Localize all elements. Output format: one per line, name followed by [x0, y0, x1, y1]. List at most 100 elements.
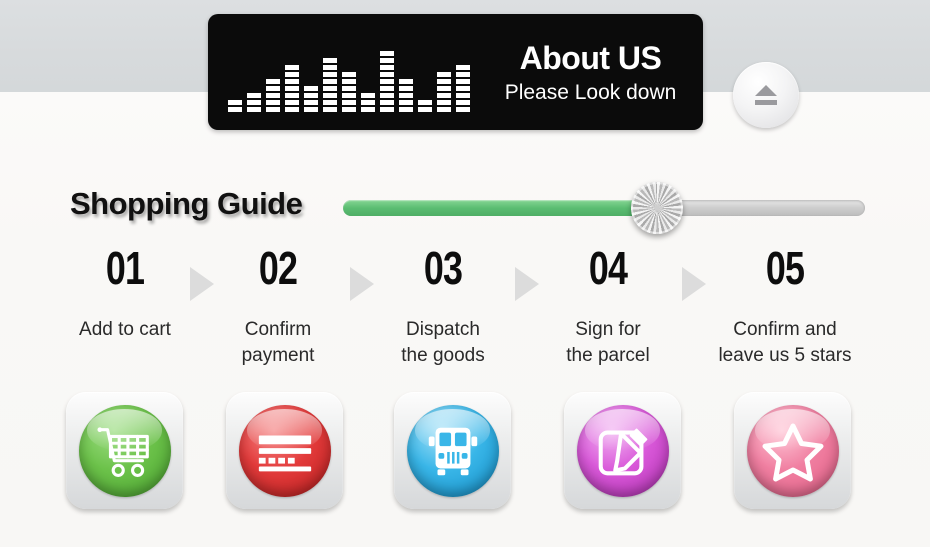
- equalizer-segment: [285, 107, 299, 112]
- equalizer-segment: [380, 100, 394, 105]
- equalizer-segment: [418, 107, 432, 112]
- equalizer-bar: [418, 100, 432, 112]
- step-icon-button-03[interactable]: [394, 392, 511, 509]
- step-label: Confirm payment: [193, 317, 363, 368]
- equalizer-segment: [456, 86, 470, 91]
- delivery-truck-icon: [406, 404, 499, 497]
- equalizer-segment: [247, 100, 261, 105]
- equalizer-segment: [437, 86, 451, 91]
- eject-icon-bar: [755, 100, 777, 105]
- equalizer-segment: [285, 100, 299, 105]
- equalizer-segment: [285, 79, 299, 84]
- equalizer-segment: [380, 93, 394, 98]
- step-label-line1: Confirm and: [733, 319, 837, 340]
- progress-slider[interactable]: [343, 182, 865, 234]
- equalizer-bar: [304, 86, 318, 112]
- step-label-line1: Sign for: [575, 319, 641, 340]
- equalizer-bar: [437, 72, 451, 112]
- equalizer-segment: [380, 86, 394, 91]
- equalizer-bar: [456, 65, 470, 112]
- step-05: 05 Confirm and leave us 5 stars: [700, 245, 870, 368]
- equalizer-segment: [361, 93, 375, 98]
- equalizer-segment: [285, 65, 299, 70]
- step-icon-button-02[interactable]: [226, 392, 343, 509]
- slider-knob[interactable]: [631, 182, 683, 234]
- equalizer-segment: [399, 79, 413, 84]
- equalizer-segment: [437, 72, 451, 77]
- step-icon-button-04[interactable]: [564, 392, 681, 509]
- step-number: 02: [258, 242, 298, 294]
- step-04: 04 Sign for the parcel: [523, 245, 693, 368]
- equalizer-bar: [323, 58, 337, 112]
- step-icon-button-01[interactable]: [66, 392, 183, 509]
- equalizer-segment: [323, 79, 337, 84]
- step-arrow-icon: [190, 267, 214, 301]
- equalizer-segment: [399, 100, 413, 105]
- credit-card-icon: [238, 404, 331, 497]
- shopping-guide-title: Shopping Guide: [70, 186, 303, 221]
- equalizer-bar: [266, 79, 280, 112]
- equalizer-segment: [323, 100, 337, 105]
- equalizer-segment: [285, 72, 299, 77]
- step-icon-button-05[interactable]: [734, 392, 851, 509]
- step-label-line1: Dispatch: [406, 319, 480, 340]
- equalizer-segment: [399, 86, 413, 91]
- equalizer-segment: [285, 93, 299, 98]
- equalizer-segment: [342, 86, 356, 91]
- step-03: 03 Dispatch the goods: [358, 245, 528, 368]
- step-number: 04: [588, 242, 628, 294]
- equalizer-segment: [456, 65, 470, 70]
- step-arrow-icon: [515, 267, 539, 301]
- about-us-banner: About US Please Look down: [208, 14, 703, 130]
- equalizer-segment: [361, 100, 375, 105]
- banner-title: About US: [519, 40, 662, 76]
- equalizer-segment: [285, 86, 299, 91]
- step-label-line1: Add to cart: [79, 319, 171, 340]
- eject-icon-triangle: [755, 85, 777, 96]
- equalizer-segment: [342, 72, 356, 77]
- sign-edit-icon: [576, 404, 669, 497]
- equalizer-segment: [456, 72, 470, 77]
- equalizer-segment: [304, 107, 318, 112]
- equalizer-segment: [456, 107, 470, 112]
- equalizer-segment: [456, 100, 470, 105]
- equalizer-graphic: [228, 34, 470, 112]
- equalizer-segment: [342, 100, 356, 105]
- star-icon: [746, 404, 839, 497]
- step-label-line2: payment: [241, 344, 315, 366]
- step-label-line2: the goods: [401, 344, 485, 366]
- step-number: 03: [423, 242, 463, 294]
- equalizer-segment: [399, 93, 413, 98]
- slider-fill: [343, 200, 651, 216]
- step-label-line2: leave us 5 stars: [718, 344, 852, 366]
- equalizer-segment: [437, 107, 451, 112]
- step-label: Dispatch the goods: [358, 317, 528, 368]
- equalizer-segment: [342, 93, 356, 98]
- equalizer-bar: [285, 65, 299, 112]
- equalizer-segment: [323, 72, 337, 77]
- equalizer-segment: [380, 79, 394, 84]
- equalizer-segment: [228, 100, 242, 105]
- equalizer-segment: [304, 86, 318, 91]
- step-arrow-icon: [682, 267, 706, 301]
- equalizer-segment: [380, 72, 394, 77]
- equalizer-segment: [456, 93, 470, 98]
- equalizer-bar: [247, 93, 261, 112]
- equalizer-segment: [323, 107, 337, 112]
- banner-subtitle: Please Look down: [504, 80, 677, 104]
- equalizer-segment: [361, 107, 375, 112]
- step-label: Sign for the parcel: [523, 317, 693, 368]
- step-arrow-icon: [350, 267, 374, 301]
- equalizer-segment: [342, 79, 356, 84]
- equalizer-segment: [266, 107, 280, 112]
- step-01: 01 Add to cart: [40, 245, 210, 343]
- step-number: 01: [105, 242, 145, 294]
- equalizer-segment: [418, 100, 432, 105]
- equalizer-segment: [399, 107, 413, 112]
- equalizer-segment: [323, 58, 337, 63]
- eject-button[interactable]: [733, 62, 799, 128]
- step-label-line2: the parcel: [566, 344, 650, 366]
- equalizer-segment: [266, 93, 280, 98]
- equalizer-segment: [266, 79, 280, 84]
- equalizer-segment: [323, 86, 337, 91]
